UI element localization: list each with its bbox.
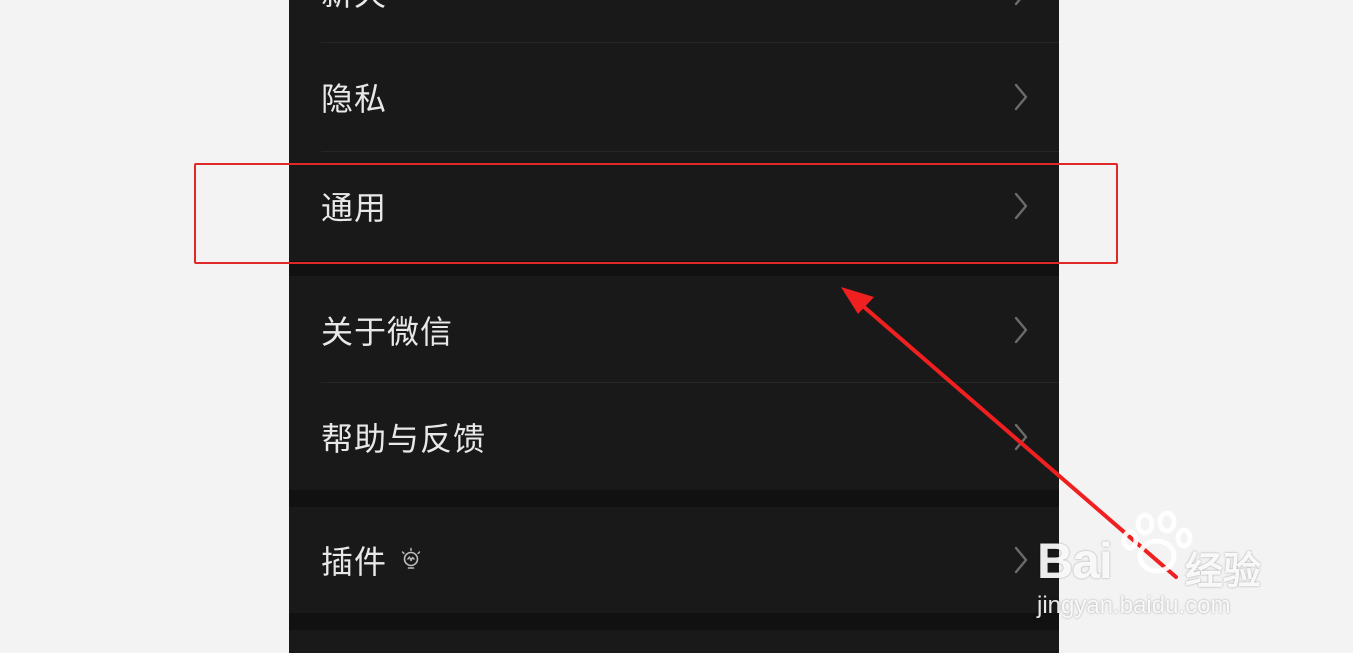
chevron-right-icon — [1014, 192, 1028, 220]
watermark-url: jingyan.baidu.com — [1037, 592, 1231, 619]
settings-item-label: 关于微信 — [321, 313, 454, 351]
settings-item-about-wechat[interactable]: 关于微信 — [289, 276, 1059, 384]
settings-item-label: 通用 — [321, 189, 388, 227]
settings-item-privacy[interactable]: 隐私 — [289, 43, 1059, 151]
settings-item-label: 新天 — [321, 0, 387, 15]
settings-item-help-feedback[interactable]: 帮助与反馈 — [289, 383, 1059, 491]
settings-item-label: 隐私 — [321, 80, 388, 118]
screenshot-stage: 新天 隐私 通用 关于微信 帮助与反馈 — [0, 0, 1353, 653]
paw-icon — [1121, 510, 1193, 574]
chevron-right-icon — [1014, 0, 1021, 6]
settings-group-2: 关于微信 帮助与反馈 — [289, 276, 1059, 490]
settings-item-label: 插件 — [321, 543, 388, 581]
wechat-settings-screen: 新天 隐私 通用 关于微信 帮助与反馈 — [289, 0, 1059, 653]
baidu-jingyan-watermark: Bai 经验 jingyan.baidu.com — [1035, 506, 1285, 626]
chevron-right-icon — [1014, 316, 1028, 344]
settings-item-top-cut[interactable]: 新天 — [289, 0, 1059, 46]
settings-item-plugins[interactable]: 插件 — [289, 507, 1059, 613]
settings-item-general[interactable]: 通用 — [289, 152, 1059, 260]
settings-item-label: 帮助与反馈 — [321, 420, 487, 458]
chevron-right-icon — [1014, 83, 1028, 111]
settings-group-1: 新天 隐私 通用 — [289, 0, 1059, 261]
watermark-product: 经验 — [1185, 549, 1262, 593]
settings-group-3: 插件 — [289, 507, 1059, 613]
lightbulb-icon — [401, 547, 421, 569]
chevron-right-icon — [1014, 423, 1028, 451]
chevron-right-icon — [1014, 546, 1028, 574]
settings-group-4 — [289, 630, 1059, 653]
